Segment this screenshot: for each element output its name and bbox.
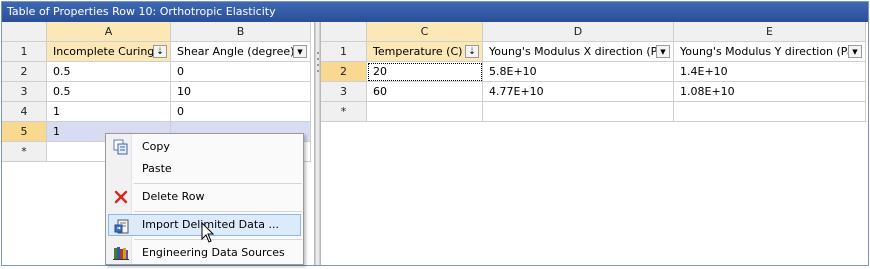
column-letter-e[interactable]: E [674, 22, 866, 42]
column-header-incomplete-curing[interactable]: Incomplete Curing ⇣ [47, 42, 171, 62]
menu-item-copy[interactable]: Copy [108, 136, 301, 158]
corner-cell[interactable] [2, 22, 47, 42]
row-number[interactable]: 3 [321, 82, 367, 102]
table-cell[interactable]: 0 [171, 102, 311, 122]
new-row-cell[interactable] [483, 102, 674, 122]
menu-item-paste[interactable]: Paste [108, 158, 301, 180]
right-table-pane: C D E 1 Temperature (C) ⇣ Young's Modulu… [320, 22, 868, 265]
column-letter-a[interactable]: A [47, 22, 171, 42]
context-menu: Copy Paste Delete Row Import Delimited D… [105, 133, 304, 265]
menu-item-engineering-data-sources[interactable]: Engineering Data Sources [108, 242, 301, 264]
dropdown-arrow-icon[interactable]: ▼ [656, 45, 670, 58]
column-header-label: Shear Angle (degree) [177, 45, 295, 58]
table-cell[interactable]: 1.08E+10 [674, 82, 866, 102]
row-number-selected[interactable]: 2 [321, 62, 367, 82]
column-letter-c[interactable]: C [367, 22, 483, 42]
dropdown-arrow-icon[interactable]: ▼ [293, 45, 307, 58]
column-header-temperature[interactable]: Temperature (C) ⇣ [367, 42, 483, 62]
menu-separator [134, 183, 302, 184]
menu-item-delete-row[interactable]: Delete Row [108, 186, 301, 208]
new-row-cell[interactable] [674, 102, 866, 122]
library-icon [113, 245, 129, 261]
copy-icon [113, 139, 129, 155]
menu-item-label: Copy [142, 140, 170, 153]
table-cell[interactable]: 10 [171, 82, 311, 102]
sort-icon[interactable]: ⇣ [153, 45, 167, 58]
new-row-marker[interactable]: * [2, 142, 47, 162]
column-header-shear-angle[interactable]: Shear Angle (degree) ▼ [171, 42, 311, 62]
table-cell[interactable]: 1.4E+10 [674, 62, 866, 82]
table-cell[interactable]: 60 [367, 82, 483, 102]
column-header-label: Incomplete Curing [53, 45, 155, 58]
column-letter-d[interactable]: D [483, 22, 674, 42]
corner-cell[interactable] [321, 22, 367, 42]
row-number[interactable]: 2 [2, 62, 47, 82]
menu-item-label: Delete Row [142, 190, 205, 203]
table-cell-focused[interactable]: 20 [367, 62, 483, 82]
import-icon [114, 218, 130, 234]
splitter-grip [317, 58, 319, 60]
table-cell[interactable]: 0.5 [47, 62, 171, 82]
column-letter-b[interactable]: B [171, 22, 311, 42]
new-row-marker[interactable]: * [321, 102, 367, 122]
row-number[interactable]: 1 [2, 42, 47, 62]
column-header-label: Young's Modulus Y direction (Pa) [680, 45, 858, 58]
sort-icon[interactable]: ⇣ [465, 45, 479, 58]
menu-item-label: Engineering Data Sources [142, 246, 285, 259]
column-header-label: Young's Modulus X direction (Pa) [489, 45, 668, 58]
menu-item-label: Paste [142, 162, 172, 175]
window-title: Table of Properties Row 10: Orthotropic … [2, 2, 868, 22]
row-number-selected[interactable]: 5 [2, 122, 47, 142]
splitter-grip [317, 70, 319, 72]
table-cell[interactable]: 5.8E+10 [483, 62, 674, 82]
row-number[interactable]: 1 [321, 42, 367, 62]
column-header-youngs-modulus-x[interactable]: Young's Modulus X direction (Pa) ▼ [483, 42, 674, 62]
table-cell[interactable]: 4.77E+10 [483, 82, 674, 102]
new-row-cell[interactable] [367, 102, 483, 122]
splitter-grip [317, 64, 319, 66]
table-cell[interactable]: 0 [171, 62, 311, 82]
column-header-label: Temperature (C) [373, 45, 463, 58]
mouse-pointer-icon [200, 221, 216, 244]
delete-icon [113, 189, 129, 205]
menu-separator [134, 239, 302, 240]
row-number[interactable]: 4 [2, 102, 47, 122]
table-cell[interactable]: 0.5 [47, 82, 171, 102]
column-header-youngs-modulus-y[interactable]: Young's Modulus Y direction (Pa) ▼ [674, 42, 866, 62]
row-number[interactable]: 3 [2, 82, 47, 102]
menu-separator [134, 211, 302, 212]
table-cell[interactable]: 1 [47, 102, 171, 122]
splitter-grip [317, 52, 319, 54]
dropdown-arrow-icon[interactable]: ▼ [848, 45, 862, 58]
